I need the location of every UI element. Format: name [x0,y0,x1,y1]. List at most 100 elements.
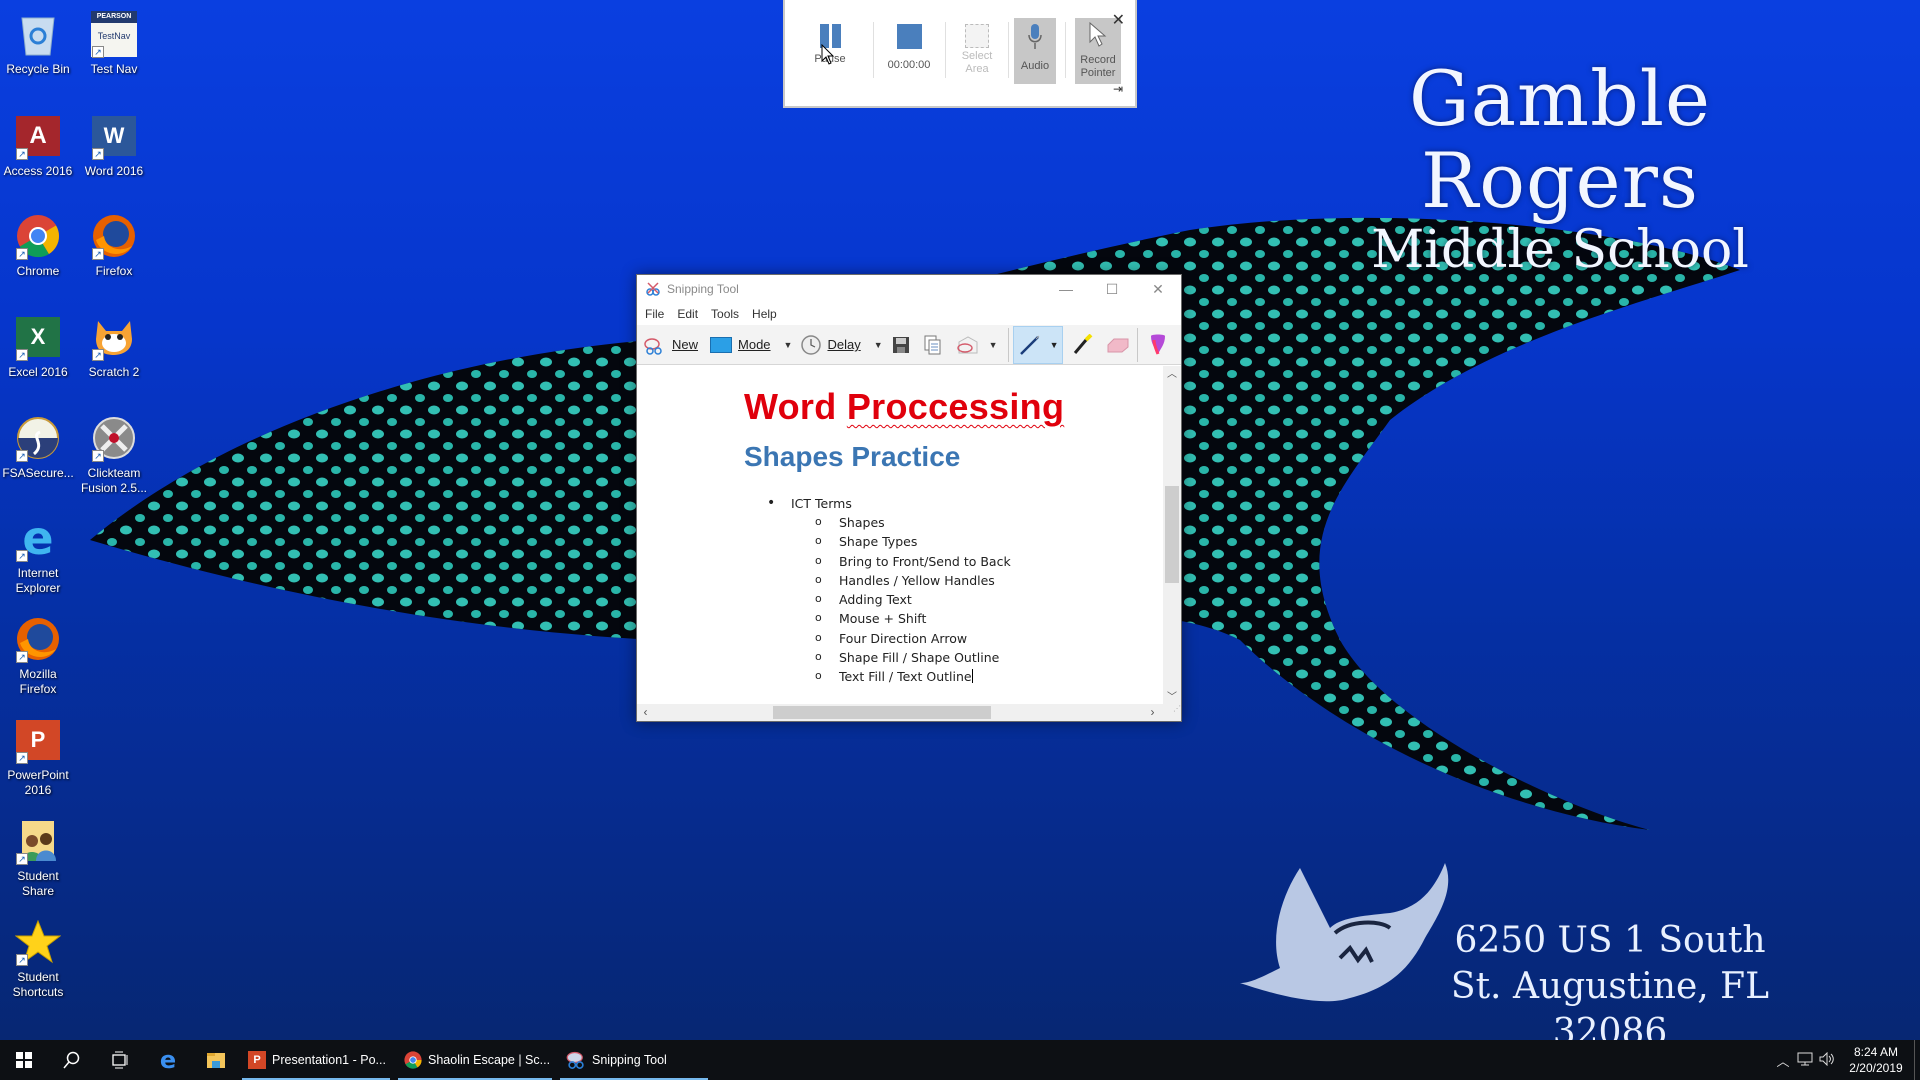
scroll-up-arrow[interactable]: ︿ [1163,366,1181,383]
edge-icon: e [159,1046,177,1074]
desktop-icon-chrome[interactable]: ↗ Chrome [0,206,76,279]
pen-tool-button[interactable]: ▼ [1012,325,1064,364]
desktop-icon-internet-explorer[interactable]: e ↗ Internet Explorer [0,508,76,596]
school-name-line2: Middle School [1371,220,1749,280]
desktop-icon-test-nav[interactable]: PEARSON TestNav ↗ Test Nav [76,4,152,77]
send-snip-button[interactable] [953,329,983,361]
search-icon [63,1051,80,1069]
taskbar-item-powerpoint[interactable]: P Presentation1 - Po... [240,1040,392,1080]
horizontal-scrollbar[interactable]: ‹ › [637,704,1163,721]
taskbar-item-snipping-tool[interactable]: Snipping Tool [558,1040,710,1080]
mode-dropdown-arrow[interactable]: ▼ [784,340,793,350]
desktop-icon-recycle-bin[interactable]: Recycle Bin [0,4,76,77]
title-bar[interactable]: Snipping Tool — ☐ ✕ [637,275,1181,303]
toolbar: New Mode ▼ Delay ▼ ▼ ▼ [637,325,1181,365]
menu-edit[interactable]: Edit [677,307,698,321]
volume-icon[interactable] [1816,1051,1838,1069]
taskbar: e P Presentation1 - Po... Shaolin Escape… [0,1040,1920,1080]
new-label: New [672,337,699,352]
list-item: Bring to Front/Send to Back [637,554,1157,573]
show-hidden-icons-chevron-icon[interactable]: ︿ [1772,1051,1794,1070]
minimize-button[interactable]: — [1043,275,1089,303]
show-desktop-button[interactable] [1914,1040,1920,1080]
desktop-icon-powerpoint-2016[interactable]: P ↗ PowerPoint 2016 [0,710,76,798]
stop-button[interactable]: 00:00:00 [879,18,939,84]
shortcut-arrow-icon: ↗ [16,954,28,966]
fsa-secure-icon: ↗ [14,414,62,462]
paint3d-button[interactable] [1146,329,1170,361]
task-view-button[interactable] [96,1040,144,1080]
desktop-icon-mozilla-firefox[interactable]: ↗ Mozilla Firefox [0,609,76,697]
list-item-last: Text Fill / Text Outline [637,669,1157,688]
save-snip-button[interactable] [889,329,913,361]
snip-canvas[interactable]: Word Proccessing Shapes Practice ICT Ter… [637,366,1163,706]
desktop-icon-clickteam-fusion[interactable]: ↗ Clickteam Fusion 2.5... [76,408,152,496]
desktop-icon-student-share[interactable]: ↗ Student Share [0,811,76,899]
mode-button[interactable]: Mode [707,329,774,361]
list-item-text: Text Fill / Text Outline [839,669,972,685]
send-dropdown-arrow[interactable]: ▼ [989,340,998,350]
close-button[interactable]: ✕ [1135,275,1181,303]
desktop-icon-fsasecure[interactable]: ↗ FSASecure... [0,408,76,481]
eraser-button[interactable] [1103,329,1133,361]
firefox-icon: ↗ [90,212,138,260]
mode-label: Mode [738,337,771,352]
delay-label: Delay [827,337,861,352]
audio-toggle[interactable]: Audio [1014,18,1056,84]
snipping-tool-window: Snipping Tool — ☐ ✕ File Edit Tools Help… [636,274,1182,722]
copy-button[interactable] [921,329,945,361]
desktop-icon-label: Student Share [17,869,59,898]
start-button[interactable] [0,1040,48,1080]
horizontal-scroll-thumb[interactable] [773,706,991,719]
desktop-icon-firefox[interactable]: ↗ Firefox [76,206,152,279]
mouse-cursor-icon [821,44,835,65]
maximize-button[interactable]: ☐ [1089,275,1135,303]
scissors-icon [644,337,662,355]
scroll-left-arrow[interactable]: ‹ [637,704,654,721]
menu-help[interactable]: Help [752,307,777,321]
pen-dropdown-arrow[interactable]: ▼ [1050,340,1059,350]
stop-icon [896,24,922,49]
desktop-icon-student-shortcuts[interactable]: ↗ Student Shortcuts [0,912,76,1000]
desktop-icon-access-2016[interactable]: A ↗ Access 2016 [0,106,76,179]
powerpoint-icon: P ↗ [14,716,62,764]
highlighter-button[interactable] [1069,329,1097,361]
desktop-icon-word-2016[interactable]: W ↗ Word 2016 [76,106,152,179]
word-icon: W ↗ [90,112,138,160]
list-item: Mouse + Shift [637,611,1157,630]
new-snip-button[interactable]: New [641,329,701,361]
copy-icon [924,335,941,354]
close-recorder-button[interactable]: ✕ [1112,10,1125,30]
toolbar-divider [1065,22,1066,78]
desktop-icon-label: Excel 2016 [8,365,68,379]
heading-word-misspelled: Proccessing [846,386,1065,427]
ict-terms-list: ICT Terms Shapes Shape Types Bring to Fr… [637,495,1157,689]
search-button[interactable] [48,1040,96,1080]
windows-logo-icon [16,1052,32,1068]
taskbar-item-chrome[interactable]: Shaolin Escape | Sc... [396,1040,554,1080]
list-title: ICT Terms [637,495,1157,515]
school-address-wallpaper-text: 6250 US 1 South St. Augustine, FL 32086 [1400,918,1820,1056]
pin-icon[interactable]: ⇥ [1113,82,1123,96]
delay-button[interactable]: Delay [798,329,863,361]
audio-label: Audio [1020,60,1050,72]
clickteam-icon: ↗ [90,414,138,462]
toolbar-divider [1008,22,1009,78]
vertical-scroll-thumb[interactable] [1165,486,1179,583]
select-area-button[interactable]: Select Area [950,18,1004,84]
vertical-scrollbar[interactable]: ︿ ﹀ [1163,366,1181,706]
taskbar-item-label: Shaolin Escape | Sc... [428,1053,551,1067]
menu-file[interactable]: File [645,307,664,321]
desktop-icon-excel-2016[interactable]: X ↗ Excel 2016 [0,307,76,380]
resize-grip[interactable]: ⋰ [1163,704,1181,721]
menu-tools[interactable]: Tools [711,307,739,321]
shortcut-arrow-icon: ↗ [92,349,104,361]
delay-dropdown-arrow[interactable]: ▼ [874,340,883,350]
desktop-icon-scratch-2[interactable]: ↗ Scratch 2 [76,307,152,380]
school-name-line1: Gamble Rogers [1408,54,1712,225]
network-icon[interactable] [1794,1052,1816,1069]
file-explorer-button[interactable] [192,1040,240,1080]
scroll-right-arrow[interactable]: › [1144,704,1161,721]
edge-button[interactable]: e [144,1040,192,1080]
clock[interactable]: 8:24 AM 2/20/2019 [1838,1044,1914,1076]
